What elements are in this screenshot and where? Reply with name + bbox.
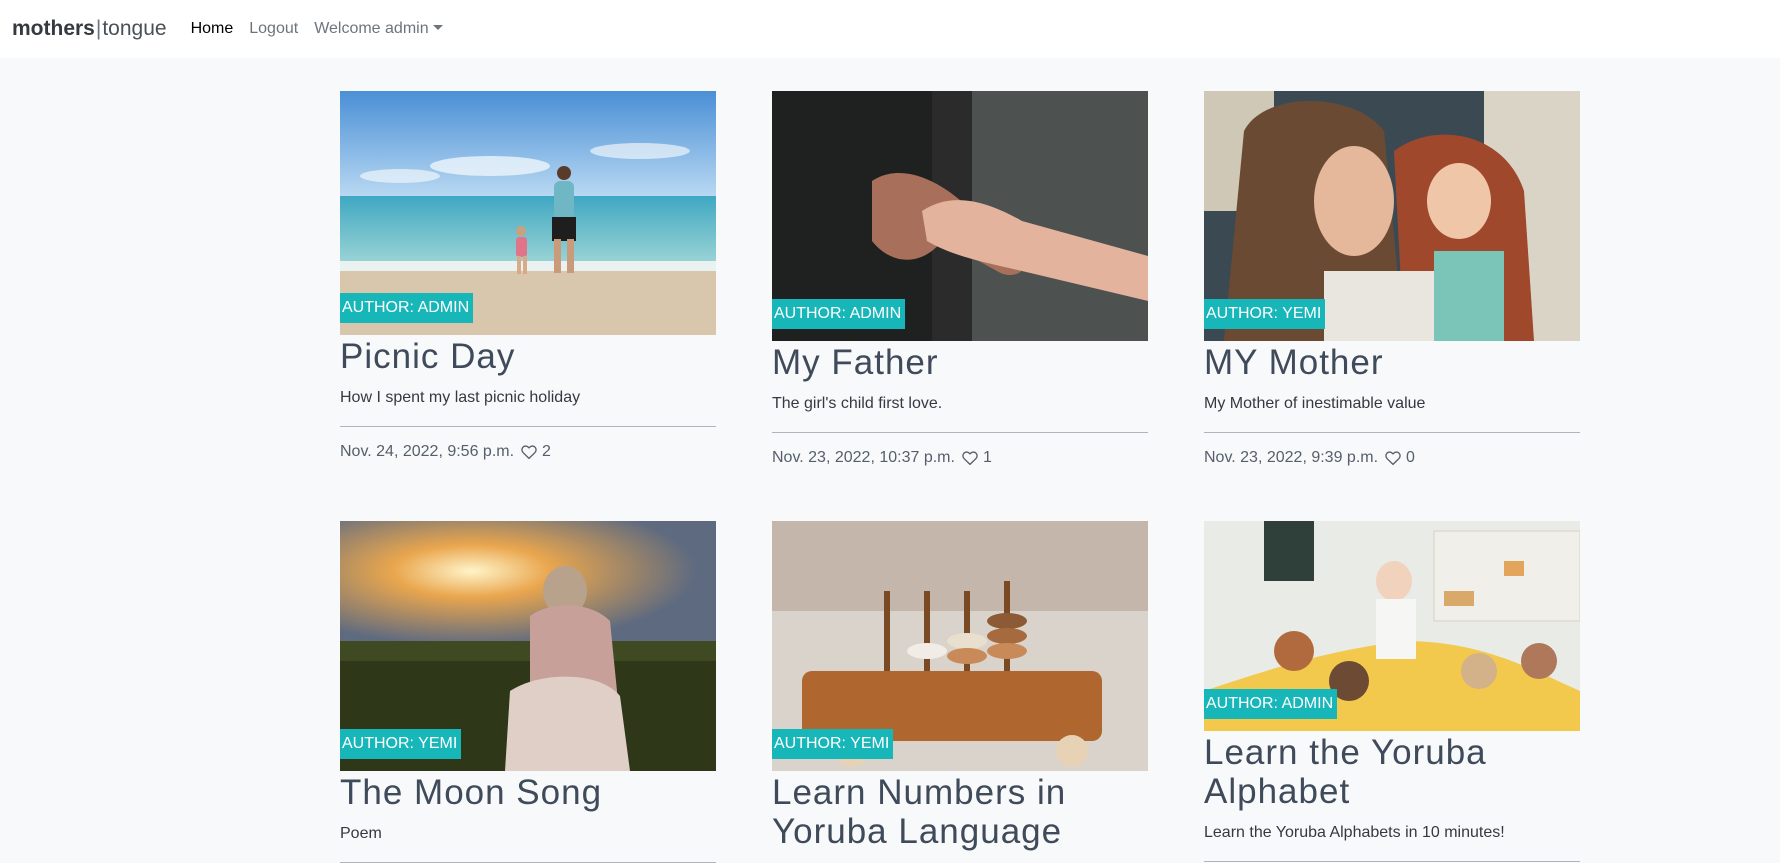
post-title[interactable]: Learn the Yoruba Alphabet [1204, 733, 1580, 811]
post-card: Author: admin Learn the Yoruba Alphabet … [1204, 521, 1580, 863]
brand-separator: | [95, 17, 102, 40]
author-badge: Author: admin [1204, 689, 1338, 719]
post-title[interactable]: Learn Numbers in Yoruba Language [772, 773, 1148, 851]
nav-user-dropdown[interactable]: Welcome admin [306, 12, 450, 46]
post-title[interactable]: Picnic Day [340, 337, 716, 376]
brand-bold: mothers [12, 17, 95, 40]
like-count: 2 [542, 443, 551, 460]
post-card: Author: yemi Learn Numbers in Yoruba Lan… [772, 521, 1148, 863]
author-badge: Author: admin [772, 299, 906, 329]
post-description: Learn the Yoruba Alphabets in 10 minutes… [1204, 824, 1505, 841]
like-count: 1 [982, 449, 992, 466]
post-title[interactable]: The Moon Song [340, 773, 716, 812]
post-title[interactable]: MY Mother [1204, 343, 1580, 382]
post-card: Author: yemi MY Mother My Mother of ines… [1204, 91, 1580, 467]
post-description: How I spent my last picnic holiday [340, 389, 581, 406]
navbar: mothers | tongue Home Logout Welcome adm… [0, 0, 1780, 58]
post-date: Nov. 23, 2022, 10:37 p.m. [772, 449, 955, 466]
author-badge: Author: yemi [1204, 299, 1326, 329]
card-divider [772, 432, 1148, 433]
nav-logout[interactable]: Logout [241, 12, 306, 46]
post-image-link[interactable]: Author: yemi [1204, 91, 1580, 341]
post-description: Poem [340, 825, 382, 842]
post-card: Author: admin My Father The girl's child… [772, 91, 1148, 467]
post-description: The girl's child first love. [772, 395, 943, 412]
author-badge: Author: yemi [340, 729, 462, 759]
author-badge: Author: admin [340, 293, 474, 323]
post-image-link[interactable]: Author: admin [772, 91, 1148, 341]
card-divider [1204, 432, 1580, 433]
post-date: Nov. 23, 2022, 9:39 p.m. [1204, 449, 1379, 466]
post-meta: Nov. 23, 2022, 10:37 p.m. 1 [772, 449, 1148, 467]
brand-light: tongue [102, 17, 167, 40]
chevron-down-icon [432, 25, 443, 30]
nav-user-label: Welcome admin [314, 20, 429, 37]
post-image-link[interactable]: Author: admin [340, 91, 716, 335]
heart-icon[interactable] [520, 443, 538, 461]
post-card: Author: yemi The Moon Song Poem [340, 521, 716, 863]
brand-logo[interactable]: mothers | tongue [12, 17, 167, 41]
post-title[interactable]: My Father [772, 343, 1148, 382]
post-date: Nov. 24, 2022, 9:56 p.m. [340, 443, 515, 460]
like-count: 0 [1406, 449, 1415, 466]
post-meta: Nov. 23, 2022, 9:39 p.m. 0 [1204, 449, 1580, 467]
post-card: Author: admin Picnic Day How I spent my … [340, 91, 716, 467]
card-divider [340, 426, 716, 427]
nav-links: Home Logout Welcome admin [183, 12, 451, 46]
author-badge: Author: yemi [772, 729, 894, 759]
heart-icon[interactable] [961, 449, 979, 467]
post-image-link[interactable]: Author: admin [1204, 521, 1580, 731]
card-divider [1204, 861, 1580, 862]
post-meta: Nov. 24, 2022, 9:56 p.m. 2 [340, 443, 716, 461]
heart-icon[interactable] [1384, 449, 1402, 467]
nav-home[interactable]: Home [183, 12, 242, 46]
post-image-link[interactable]: Author: yemi [340, 521, 716, 771]
post-image-link[interactable]: Author: yemi [772, 521, 1148, 771]
post-description: My Mother of inestimable value [1204, 395, 1426, 412]
post-grid: Author: admin Picnic Day How I spent my … [340, 91, 1580, 863]
